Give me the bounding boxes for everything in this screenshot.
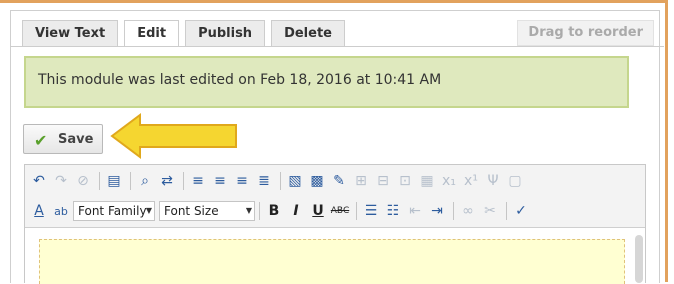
tab-edit[interactable]: Edit (124, 20, 180, 47)
chevron-down-icon: ▼ (145, 206, 152, 215)
tab-delete[interactable]: Delete (271, 20, 345, 46)
tab-publish[interactable]: Publish (185, 20, 266, 46)
font-size-value: Font Size (164, 204, 219, 218)
font-family-value: Font Family (78, 204, 147, 218)
toolbar-row-2: A ab Font Family ▼ Font Size ▼ B I U ABC… (29, 199, 533, 223)
checkmark-icon: ✔ (34, 131, 48, 150)
editor-toolbar: ↶ ↷ ⊘ ▤ ⌕ ⇄ ≡ ≡ ≡ ≣ ▧ ▩ ✎ ⊞ ⊟ ⊡ ▦ x₁ x¹ … (25, 165, 645, 228)
scrollbar[interactable] (635, 235, 643, 283)
tab-view-text[interactable]: View Text (22, 20, 119, 46)
align-center-icon[interactable]: ≡ (210, 171, 230, 191)
replace-icon[interactable]: ⇄ (157, 171, 177, 191)
paste-icon[interactable]: ▤ (104, 171, 124, 191)
toolbar-row-1: ↶ ↷ ⊘ ▤ ⌕ ⇄ ≡ ≡ ≡ ≣ ▧ ▩ ✎ ⊞ ⊟ ⊡ ▦ x₁ x¹ … (29, 169, 527, 193)
table-icon[interactable]: ▦ (417, 171, 437, 191)
editor-content-area[interactable] (39, 239, 625, 284)
tab-divider (10, 46, 664, 47)
edit-icon[interactable]: ✎ (329, 171, 349, 191)
chevron-down-icon: ▼ (245, 206, 252, 215)
outdent-icon[interactable]: ⇤ (405, 201, 425, 221)
table-insert-row-icon[interactable]: ⊟ (373, 171, 393, 191)
link-icon[interactable]: ∞ (458, 201, 478, 221)
insert-image-icon[interactable]: ▧ (285, 171, 305, 191)
redo-icon[interactable]: ↷ (51, 171, 71, 191)
drag-to-reorder-handle[interactable]: Drag to reorder (517, 20, 654, 46)
italic-icon[interactable]: I (286, 201, 306, 221)
justify-icon[interactable]: ≣ (254, 171, 274, 191)
font-size-select[interactable]: Font Size ▼ (159, 201, 255, 221)
align-right-icon[interactable]: ≡ (232, 171, 252, 191)
last-edited-notice: This module was last edited on Feb 18, 2… (24, 56, 629, 108)
strikethrough-icon[interactable]: ABC (330, 201, 350, 221)
notice-text: This module was last edited on Feb 18, 2… (38, 72, 442, 88)
find-icon[interactable]: ⌕ (135, 171, 155, 191)
bullet-list-icon[interactable]: ☰ (361, 201, 381, 221)
pointer-arrow-icon (110, 113, 237, 159)
underline-icon[interactable]: U (308, 201, 328, 221)
highlight-color-icon[interactable]: ab (51, 201, 71, 221)
tab-bar: View Text Edit Publish Delete (22, 20, 345, 47)
rich-text-editor: ↶ ↷ ⊘ ▤ ⌕ ⇄ ≡ ≡ ≡ ≣ ▧ ▩ ✎ ⊞ ⊟ ⊡ ▦ x₁ x¹ … (24, 164, 646, 284)
font-family-select[interactable]: Font Family ▼ (73, 201, 155, 221)
save-label: Save (58, 132, 94, 147)
table-insert-col-icon[interactable]: ⊞ (351, 171, 371, 191)
align-left-icon[interactable]: ≡ (188, 171, 208, 191)
numbered-list-icon[interactable]: ☷ (383, 201, 403, 221)
insert-media-icon[interactable]: ▩ (307, 171, 327, 191)
superscript-icon[interactable]: x¹ (461, 171, 481, 191)
clear-icon[interactable]: ⊘ (73, 171, 93, 191)
subscript-icon[interactable]: x₁ (439, 171, 459, 191)
table-merge-icon[interactable]: ⊡ (395, 171, 415, 191)
spellcheck-icon[interactable]: ✓ (511, 201, 531, 221)
save-button[interactable]: ✔ Save (23, 124, 103, 154)
fullscreen-icon[interactable]: ▢ (505, 171, 525, 191)
unlink-icon[interactable]: ✂ (480, 201, 500, 221)
text-color-icon[interactable]: A (29, 201, 49, 221)
special-char-icon[interactable]: Ψ (483, 171, 503, 191)
bold-icon[interactable]: B (264, 201, 284, 221)
indent-icon[interactable]: ⇥ (427, 201, 447, 221)
undo-icon[interactable]: ↶ (29, 171, 49, 191)
